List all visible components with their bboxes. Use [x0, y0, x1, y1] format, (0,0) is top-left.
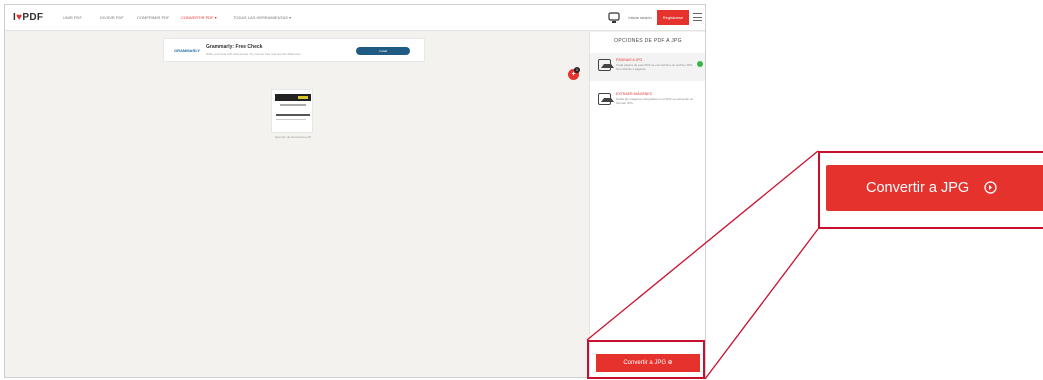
hamburger-icon[interactable]	[693, 13, 702, 22]
circle-arrow-right-icon	[984, 181, 997, 194]
ilovepdf-logo[interactable]: I♥PDF	[13, 12, 43, 23]
nav-item-compress[interactable]: COMPRIMIR PDF	[137, 15, 169, 20]
file-name: Ejemplo de documento.pdf	[275, 135, 311, 139]
ad-title: Grammarly: Free Check	[206, 44, 263, 50]
highlight-box	[587, 340, 705, 379]
option-extract-images[interactable]: EXTRAER IMÁGENES Todas las imágenes inte…	[590, 87, 705, 115]
option-title: PÁGINAS A JPG	[616, 58, 643, 62]
nav-item-convert[interactable]: CONVERTIR PDF ▾	[181, 15, 217, 20]
option-description: Cada página de este PDF se convertirá a …	[616, 63, 694, 71]
option-pages-to-jpg[interactable]: PÁGINAS A JPG Cada página de este PDF se…	[590, 53, 705, 81]
login-button[interactable]: Iniciar sesión	[625, 13, 655, 23]
logo-text-suffix: PDF	[22, 12, 44, 23]
options-sidebar: OPCIONES DE PDF A JPG PÁGINAS A JPG Cada…	[589, 32, 705, 377]
pdf-file-thumbnail[interactable]	[271, 89, 313, 133]
convert-button-label: Convertir a JPG	[866, 180, 970, 196]
nav-item-split[interactable]: DIVIDIR PDF	[100, 15, 124, 20]
thumbnail-header	[275, 94, 311, 101]
file-count-badge: 1	[574, 67, 580, 73]
thumbnail-line	[276, 119, 306, 120]
convert-to-jpg-button-zoomed[interactable]: Convertir a JPG	[826, 165, 1043, 211]
thumbnail-line	[280, 104, 306, 106]
sidebar-title: OPCIONES DE PDF A JPG	[614, 38, 682, 44]
image-icon	[598, 59, 614, 71]
ad-subtitle: Write your best with Grammarly. Try now …	[206, 52, 301, 56]
option-title: EXTRAER IMÁGENES	[616, 92, 652, 96]
nav-item-merge[interactable]: UNIR PDF	[63, 15, 82, 20]
option-description: Todas las imágenes integradas en el PDF …	[616, 97, 694, 105]
top-navigation: I♥PDF UNIR PDF DIVIDIR PDF COMPRIMIR PDF…	[5, 5, 705, 31]
ad-banner[interactable]: GRAMMARLY Grammarly: Free Check Write yo…	[163, 38, 425, 62]
images-icon	[598, 93, 614, 105]
grid-icon[interactable]	[608, 12, 620, 24]
check-icon	[697, 61, 703, 67]
app-screenshot: I♥PDF UNIR PDF DIVIDIR PDF COMPRIMIR PDF…	[4, 4, 706, 378]
thumbnail-line	[276, 114, 310, 116]
nav-item-all-tools[interactable]: TODAS LAS HERRAMIENTAS ▾	[233, 15, 291, 20]
ad-install-button[interactable]: Install	[356, 47, 410, 55]
signup-button[interactable]: Registrarse	[657, 10, 689, 25]
ad-logo: GRAMMARLY	[174, 48, 201, 53]
